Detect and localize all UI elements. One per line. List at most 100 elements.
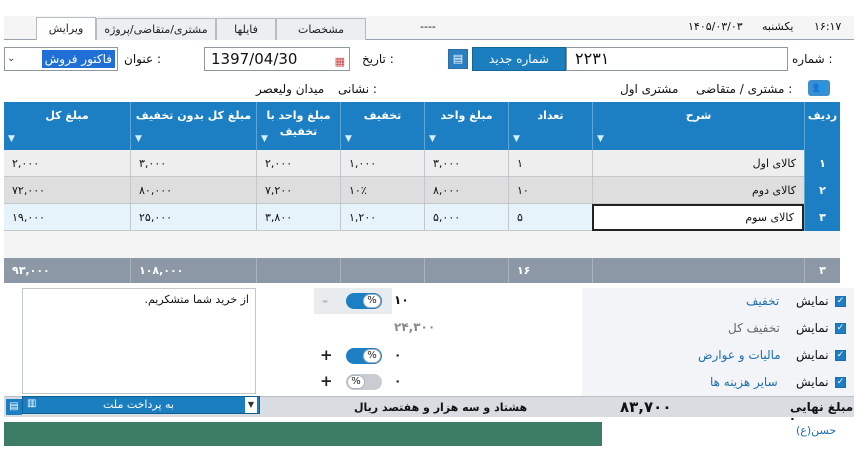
customer-label: مشتری / متقاضی :: [696, 82, 793, 96]
cell-total: ۱۹,۰۰۰: [12, 211, 46, 224]
table-row[interactable]: ۳ کالای سوم ۵ ۵,۰۰۰ ۱,۲۰۰ ۳,۸۰۰ ۲۵,۰۰۰ ۱…: [4, 204, 840, 231]
separator-dashes: ----: [420, 20, 436, 33]
other-costs-link[interactable]: سایر هزینه ها: [710, 375, 778, 389]
cell-quantity[interactable]: ۵: [508, 204, 592, 231]
cell-unit-price[interactable]: ۳,۰۰۰: [424, 150, 508, 177]
col-discount[interactable]: تخفیف ▼: [340, 102, 424, 150]
filter-icon[interactable]: ▼: [345, 131, 352, 147]
other-percent-toggle[interactable]: %: [346, 374, 382, 390]
tax-value[interactable]: ۰: [394, 348, 401, 362]
toggle-knob: %: [347, 375, 365, 389]
discount-percent-toggle[interactable]: %: [346, 293, 382, 309]
row-index: ۱: [804, 150, 840, 177]
subtotal-value: ۲۴,۳۰۰: [394, 320, 436, 334]
cell-discount[interactable]: ۱,۲۰۰: [340, 204, 424, 231]
tab-label: فایلها: [234, 23, 258, 36]
cell-description[interactable]: کالای اول: [592, 150, 804, 177]
tab-customer-project[interactable]: مشتری/متقاضی/پروژه: [96, 18, 216, 40]
new-number-button[interactable]: شماره جدید: [472, 47, 566, 71]
col-description[interactable]: شرح ▼: [592, 102, 804, 150]
col-label: تخفیف: [363, 109, 402, 122]
number-label: شماره :: [792, 52, 833, 66]
cell-discount[interactable]: ۱,۰۰۰: [340, 150, 424, 177]
memo-field[interactable]: از خرید شما متشکریم.: [22, 288, 256, 394]
final-value: ۸۳,۷۰۰: [620, 398, 672, 416]
filter-icon[interactable]: ▼: [513, 131, 520, 147]
footer-total-no-discount: ۱۰۸,۰۰۰: [130, 258, 256, 283]
col-label: ردیف: [807, 109, 838, 122]
tab-bar: ویرایش مشتری/متقاضی/پروژه فایلها مشخصات …: [4, 16, 854, 40]
check-icon[interactable]: ✓: [835, 377, 846, 388]
cell-description[interactable]: کالای دوم: [592, 177, 804, 204]
tab-edit[interactable]: ویرایش: [36, 17, 96, 40]
date-field[interactable]: 1397/04/30 ▦: [204, 47, 350, 71]
table-row[interactable]: ۲ کالای دوم ۱۰ ۸,۰۰۰ ۱۰٪ ۷,۲۰۰ ۸۰,۰۰۰ ۷۲…: [4, 177, 840, 204]
address-value: میدان ولیعصر: [256, 82, 325, 96]
filter-icon[interactable]: ▼: [597, 131, 604, 147]
col-unit-after-discount[interactable]: مبلغ واحد با تخفیف ▼: [256, 102, 340, 150]
cell-total-no-discount: ۳,۰۰۰: [130, 150, 256, 177]
filter-icon[interactable]: ▼: [135, 131, 142, 147]
tab-label: ویرایش: [48, 22, 84, 35]
col-quantity[interactable]: تعداد ▼: [508, 102, 592, 150]
chevron-down-icon[interactable]: ▼: [245, 397, 257, 413]
grid-footer: ۳ ۱۶ ۱۰۸,۰۰۰ ۹۳,۰۰۰: [4, 258, 840, 283]
toggle-knob: %: [363, 349, 381, 363]
col-row[interactable]: ردیف: [804, 102, 840, 150]
amount-in-words: هشتاد و سه هزار و هفتصد ریال: [354, 401, 528, 414]
number-field[interactable]: ۲۲۳۱: [566, 47, 788, 71]
discount-value[interactable]: ۱۰: [394, 293, 409, 307]
check-icon[interactable]: ✓: [835, 350, 846, 361]
footer-link[interactable]: حسن(ع): [796, 424, 836, 437]
address-label: نشانی :: [338, 82, 377, 96]
customers-icon[interactable]: 👥: [808, 80, 830, 96]
grid-empty-area: [4, 231, 840, 258]
show-label: نمایش: [796, 348, 829, 362]
footer-total: ۹۳,۰۰۰: [12, 264, 50, 277]
show-label: نمایش: [796, 375, 829, 389]
cell-unit-after-discount: ۳,۸۰۰: [256, 204, 340, 231]
cell-discount[interactable]: ۱۰٪: [340, 177, 424, 204]
cell-description-active[interactable]: کالای سوم: [592, 204, 804, 231]
weekday-display: یکشنبه: [762, 20, 794, 33]
footer-empty: [256, 258, 340, 283]
check-icon[interactable]: ✓: [835, 296, 846, 307]
tax-link[interactable]: مالیات و عوارض: [698, 348, 781, 362]
col-unit-price[interactable]: مبلغ واحد ▼: [424, 102, 508, 150]
title-select[interactable]: ⌄ فاکتور فروش: [4, 47, 118, 71]
tax-percent-toggle[interactable]: %: [346, 348, 382, 364]
calendar-icon[interactable]: ▦: [335, 51, 345, 73]
cell-unit-after-discount: ۲,۰۰۰: [256, 150, 340, 177]
number-value: ۲۲۳۱: [575, 49, 610, 68]
plus-button[interactable]: +: [320, 372, 333, 390]
payment-value: به پرداخت ملت: [103, 398, 174, 411]
minus-button[interactable]: -: [322, 292, 328, 310]
filter-icon[interactable]: ▼: [8, 131, 15, 147]
tab-details[interactable]: مشخصات: [276, 18, 366, 40]
payment-select[interactable]: ▥ به پرداخت ملت ▼: [22, 396, 260, 414]
cell-total-no-discount: ۲۵,۰۰۰: [130, 204, 256, 231]
col-total[interactable]: مبلغ کل ▼: [4, 102, 130, 150]
calculator-icon[interactable]: ▤: [6, 399, 22, 415]
other-value[interactable]: ۰: [394, 374, 401, 388]
col-total-no-discount[interactable]: مبلغ کل بدون تخفیف ▼: [130, 102, 256, 150]
cell-unit-price[interactable]: ۸,۰۰۰: [424, 177, 508, 204]
tab-files[interactable]: فایلها: [216, 18, 276, 40]
filter-icon[interactable]: ▼: [261, 131, 268, 147]
plus-button[interactable]: +: [320, 346, 333, 364]
chevron-down-icon[interactable]: ⌄: [7, 53, 15, 64]
toggle-knob: %: [363, 294, 381, 308]
cell-total: ۲,۰۰۰: [12, 157, 40, 170]
total-discount-link[interactable]: تخفیف کل: [728, 321, 780, 335]
title-label: عنوان :: [124, 52, 161, 66]
cell-quantity[interactable]: ۱: [508, 150, 592, 177]
customer-value: مشتری اول: [620, 82, 679, 96]
grid-header: ردیف شرح ▼ تعداد ▼ مبلغ واحد ▼ تخفیف ▼ مبلغ …: [4, 102, 840, 150]
cell-quantity[interactable]: ۱۰: [508, 177, 592, 204]
check-icon[interactable]: ✓: [835, 323, 846, 334]
calculator-icon[interactable]: ▤: [448, 49, 468, 69]
discount-link[interactable]: تخفیف: [746, 294, 779, 308]
table-row[interactable]: ۱ کالای اول ۱ ۳,۰۰۰ ۱,۰۰۰ ۲,۰۰۰ ۳,۰۰۰ ۲,…: [4, 150, 840, 177]
cell-unit-price[interactable]: ۵,۰۰۰: [424, 204, 508, 231]
filter-icon[interactable]: ▼: [429, 131, 436, 147]
